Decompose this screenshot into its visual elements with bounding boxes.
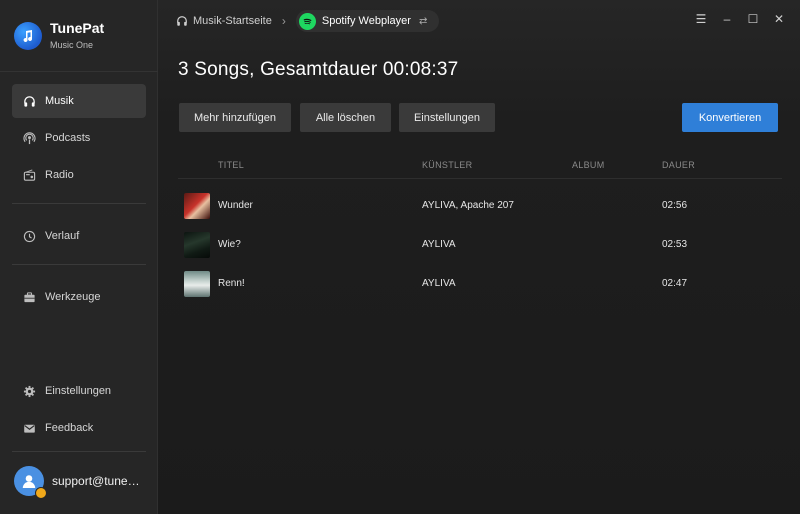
sidebar-item-podcasts[interactable]: Podcasts [12,121,146,155]
user-account[interactable]: support@tunepa... [14,466,144,499]
sidebar-divider [12,264,146,265]
headphones-icon [22,94,36,108]
convert-button[interactable]: Konvertieren [682,103,778,132]
column-header-title: TITEL [218,160,245,170]
track-artist: AYLIVA [422,278,456,289]
track-title: Wie? [218,239,241,250]
sidebar-item-verlauf[interactable]: Verlauf [12,219,146,253]
add-more-button[interactable]: Mehr hinzufügen [179,103,291,132]
sidebar-item-label: Musik [45,95,74,107]
table-row[interactable]: Renn! AYLIVA 02:47 [178,267,782,301]
maximize-icon[interactable]: ☐ [740,10,766,28]
source-switcher[interactable]: Spotify Webplayer ⇄ [295,10,440,32]
sidebar-item-label: Podcasts [45,132,91,144]
source-label: Spotify Webplayer [321,15,411,27]
sidebar-item-werkzeuge[interactable]: Werkzeuge [12,280,146,314]
app-window: TunePat Music One Musik Podcasts Radio V… [0,0,800,514]
breadcrumb-label: Musik-Startseite [193,15,272,27]
menu-icon[interactable]: ☰ [688,10,714,28]
swap-icon: ⇄ [418,15,428,27]
radio-icon [22,168,36,182]
headphones-icon [176,15,188,27]
track-title: Renn! [218,278,245,289]
close-icon[interactable]: ✕ [766,10,792,28]
clock-icon [22,229,36,243]
brand: TunePat Music One [14,20,104,51]
avatar [14,466,47,499]
spotify-icon [298,12,316,30]
table-row[interactable]: Wie? AYLIVA 02:53 [178,228,782,262]
podcast-icon [22,131,36,145]
track-title: Wunder [218,200,253,211]
sidebar: TunePat Music One Musik Podcasts Radio V… [0,0,158,514]
sidebar-item-label: Einstellungen [45,385,112,397]
track-duration: 02:53 [662,239,688,250]
table-divider [178,178,782,179]
sidebar-item-feedback[interactable]: Feedback [12,411,146,445]
column-header-artist: KÜNSTLER [422,160,473,170]
toolbox-icon [22,290,36,304]
settings-button[interactable]: Einstellungen [399,103,495,132]
sidebar-item-label: Radio [45,169,74,181]
album-art [184,193,210,219]
track-duration: 02:47 [662,278,688,289]
breadcrumb: Musik-Startseite › Spotify Webplayer ⇄ [176,9,440,33]
track-duration: 02:56 [662,200,688,211]
sidebar-divider [12,451,146,452]
album-art [184,232,210,258]
sidebar-divider [12,203,146,204]
column-header-album: ALBUM [572,160,605,170]
sidebar-item-label: Feedback [45,422,94,434]
gear-icon [22,384,36,398]
mail-icon [22,421,36,435]
breadcrumb-home[interactable]: Musik-Startseite [176,15,272,27]
album-art [184,271,210,297]
track-artist: AYLIVA [422,239,456,250]
app-name: TunePat [50,20,105,36]
track-artist: AYLIVA, Apache 207 [422,200,514,211]
chevron-right-icon: › [281,14,286,28]
column-header-duration: DAUER [662,160,696,170]
main-panel: Musik-Startseite › Spotify Webplayer ⇄ ☰… [158,0,800,514]
premium-badge-icon [35,487,47,499]
sidebar-separator [0,71,158,72]
clear-all-button[interactable]: Alle löschen [300,103,391,132]
table-row[interactable]: Wunder AYLIVA, Apache 207 02:56 [178,189,782,223]
page-title: 3 Songs, Gesamtdauer 00:08:37 [178,59,459,80]
sidebar-item-label: Werkzeuge [45,291,101,303]
app-subtitle: Music One [50,40,94,50]
user-email: support@tunepa... [52,474,144,488]
sidebar-item-einstellungen[interactable]: Einstellungen [12,374,146,408]
sidebar-item-musik[interactable]: Musik [12,84,146,118]
sidebar-item-radio[interactable]: Radio [12,158,146,192]
minimize-icon[interactable]: – [714,10,740,28]
sidebar-item-label: Verlauf [45,230,80,242]
window-controls: ☰ – ☐ ✕ [688,10,792,28]
app-logo-icon [14,21,42,50]
